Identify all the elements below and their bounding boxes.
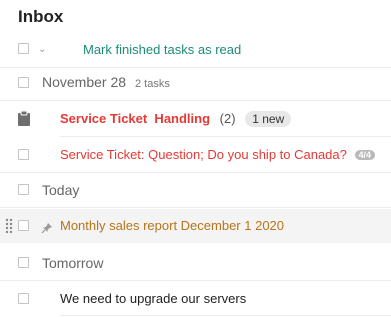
task-upgrade-servers[interactable]: We need to upgrade our servers [60,291,246,306]
group-checkbox-tomorrow[interactable] [18,257,29,268]
task-checkbox[interactable] [18,149,29,160]
group-task-count: 2 tasks [135,78,170,90]
group-label-tomorrow: Tomorrow [42,255,104,271]
task-count: (2) [219,111,236,126]
clipboard-icon [17,110,31,132]
task-title: Service Ticket Handling [60,111,211,126]
divider [60,136,391,137]
group-label-nov28: November 28 [42,74,127,90]
divider [0,207,391,208]
divider [0,100,391,101]
divider [60,315,391,316]
select-all-checkbox[interactable] [18,43,29,54]
task-service-ticket-handling[interactable]: Service Ticket Handling (2) 1 new [60,111,292,127]
progress-badge: 4/4 [354,150,376,160]
divider [0,172,391,173]
divider [0,67,391,68]
group-label-today: Today [42,182,80,198]
task-checkbox[interactable] [18,220,29,231]
drag-handle-icon[interactable] [5,218,13,239]
group-checkbox-nov28[interactable] [18,77,29,88]
task-checkbox[interactable] [18,293,29,304]
divider [0,280,391,281]
mark-finished-read-link[interactable]: Mark finished tasks as read [83,42,241,57]
pin-icon[interactable] [41,221,53,239]
group-checkbox-today[interactable] [18,184,29,195]
page-title: Inbox [18,7,64,26]
task-monthly-sales-report[interactable]: Monthly sales report December 1 2020 [60,218,284,233]
new-badge: 1 new [245,111,292,127]
task-service-ticket-question[interactable]: Service Ticket: Question; Do you ship to… [60,147,376,162]
chevron-down-icon[interactable]: ⌄ [38,44,46,55]
task-title: Service Ticket: Question; Do you ship to… [60,147,347,162]
